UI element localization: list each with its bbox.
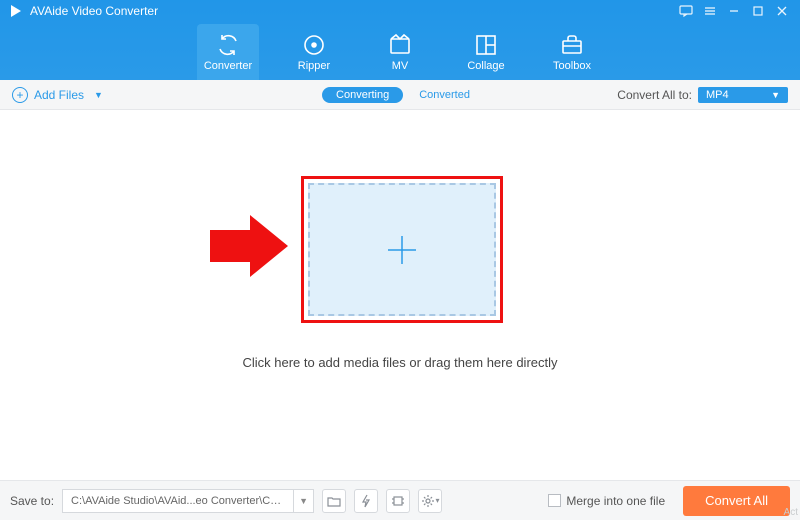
ripper-icon (301, 32, 327, 58)
chevron-down-icon: ▼ (94, 90, 103, 100)
main-area: Click here to add media files or drag th… (0, 110, 800, 440)
plus-circle-icon: + (12, 87, 28, 103)
convert-button-label: Convert All (705, 493, 768, 508)
checkbox-icon (548, 494, 561, 507)
feedback-icon[interactable] (676, 1, 696, 21)
converting-pill[interactable]: Converting (322, 87, 403, 103)
dropzone-hint: Click here to add media files or drag th… (0, 355, 800, 370)
converter-icon (215, 32, 241, 58)
tab-ripper[interactable]: Ripper (283, 24, 345, 80)
format-value: MP4 (706, 89, 729, 101)
tab-mv[interactable]: MV (369, 24, 431, 80)
dropzone[interactable] (301, 176, 503, 323)
tab-collage[interactable]: Collage (455, 24, 517, 80)
annotation-arrow-icon (210, 215, 288, 282)
sub-toolbar: + Add Files ▼ Converting Converted Conve… (0, 80, 800, 110)
maximize-icon[interactable] (748, 1, 768, 21)
footer: Save to: C:\AVAide Studio\AVAid...eo Con… (0, 480, 800, 520)
tab-converter[interactable]: Converter (197, 24, 259, 80)
header: AVAide Video Converter Converter Ripper … (0, 0, 800, 80)
convert-all-to-label: Convert All to: (617, 88, 692, 102)
chevron-down-icon: ▼ (771, 90, 780, 100)
converted-pill[interactable]: Converted (411, 87, 478, 103)
mv-icon (387, 32, 413, 58)
convert-all-button[interactable]: Convert All (683, 486, 790, 516)
tab-label: Ripper (298, 60, 330, 72)
settings-button[interactable]: ▾ (418, 489, 442, 513)
merge-checkbox[interactable]: Merge into one file (548, 494, 665, 508)
minimize-icon[interactable] (724, 1, 744, 21)
collage-icon (473, 32, 499, 58)
add-files-button[interactable]: + Add Files ▼ (12, 87, 103, 103)
open-folder-button[interactable] (322, 489, 346, 513)
toolbox-icon (559, 32, 585, 58)
watermark-text: Act (784, 507, 798, 518)
chevron-down-icon: ▾ (436, 496, 440, 505)
app-title: AVAide Video Converter (30, 4, 158, 18)
merge-label: Merge into one file (566, 494, 665, 508)
tab-label: Toolbox (553, 60, 591, 72)
tab-label: Converter (204, 60, 252, 72)
path-dropdown-button[interactable]: ▼ (293, 490, 313, 512)
tab-toolbox[interactable]: Toolbox (541, 24, 603, 80)
main-tabs: Converter Ripper MV Collage Toolbox (0, 22, 800, 80)
tab-label: Collage (467, 60, 504, 72)
lightning-button[interactable] (354, 489, 378, 513)
titlebar: AVAide Video Converter (0, 0, 800, 22)
gpu-button[interactable] (386, 489, 410, 513)
add-files-label: Add Files (34, 88, 84, 102)
format-select[interactable]: MP4 ▼ (698, 87, 788, 103)
save-path-value: C:\AVAide Studio\AVAid...eo Converter\Co… (63, 495, 293, 507)
plus-icon (382, 230, 422, 270)
app-logo-icon (8, 3, 24, 19)
tab-label: MV (392, 60, 409, 72)
save-path-box: C:\AVAide Studio\AVAid...eo Converter\Co… (62, 489, 314, 513)
save-to-label: Save to: (10, 494, 54, 508)
menu-icon[interactable] (700, 1, 720, 21)
close-icon[interactable] (772, 1, 792, 21)
